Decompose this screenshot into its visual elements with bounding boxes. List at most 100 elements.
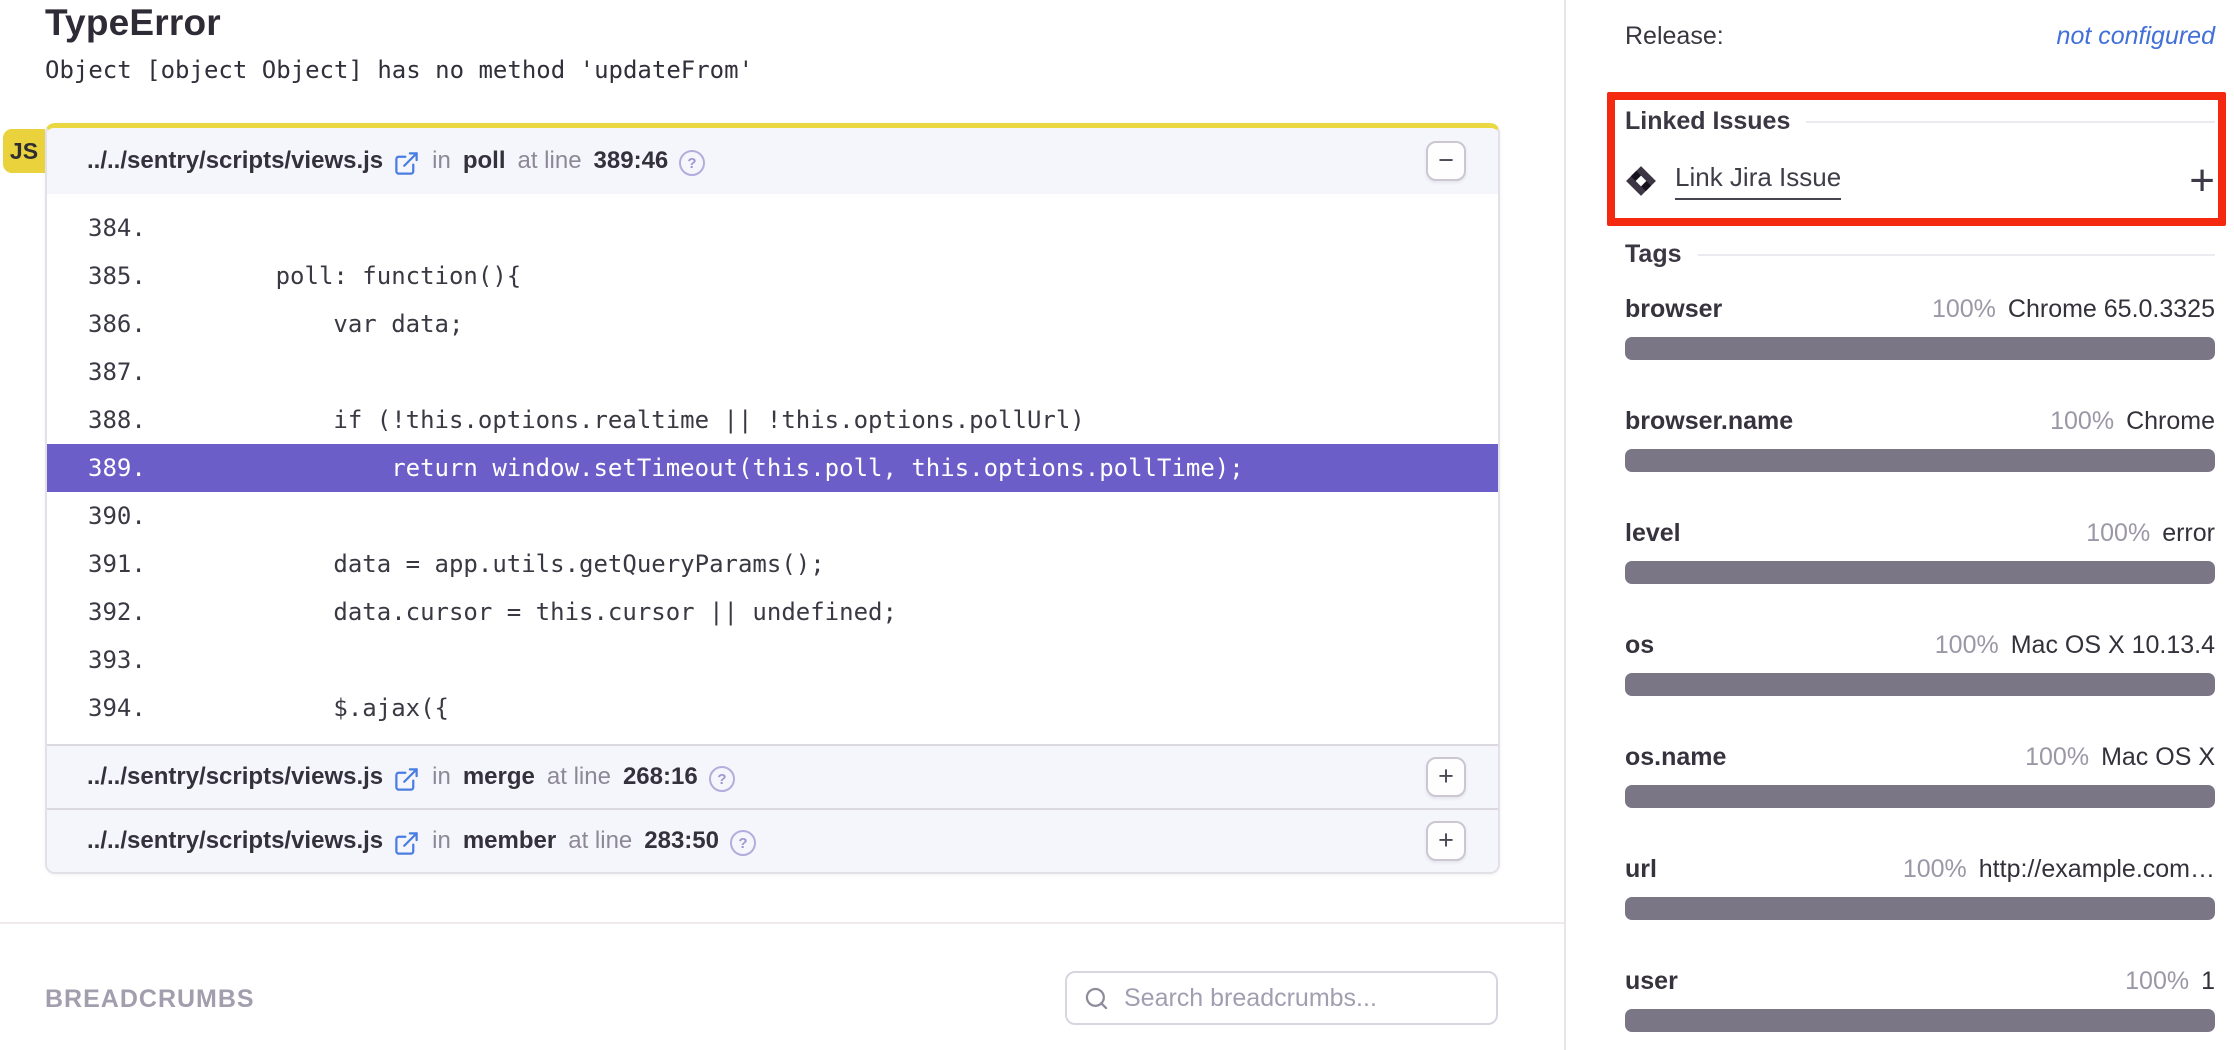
search-icon bbox=[1083, 985, 1110, 1012]
release-label: Release: bbox=[1625, 22, 1724, 51]
tag-row: browser.name 100% Chrome bbox=[1625, 407, 2215, 472]
tag-list: browser 100% Chrome 65.0.3325 browser.nam… bbox=[1625, 295, 2215, 1032]
tag-key: os.name bbox=[1625, 743, 1726, 772]
line-number: 390. bbox=[47, 492, 160, 540]
page-title: TypeError bbox=[45, 2, 221, 44]
link-jira-issue-link[interactable]: Link Jira Issue bbox=[1675, 162, 1841, 200]
tag-value: 1 bbox=[2201, 967, 2215, 995]
code-line: 391. data = app.utils.getQueryParams(); bbox=[47, 540, 1498, 588]
section-divider bbox=[0, 922, 1564, 924]
tags-section: Tags browser 100% Chrome 65.0.3325 browse… bbox=[1625, 240, 2215, 1032]
code-line: 394. $.ajax({ bbox=[47, 684, 1498, 732]
heading-rule bbox=[1698, 254, 2216, 256]
tag-distribution-bar bbox=[1625, 1009, 2215, 1032]
tag-value: Chrome 65.0.3325 bbox=[2008, 295, 2215, 323]
tag-row: browser 100% Chrome 65.0.3325 bbox=[1625, 295, 2215, 360]
frame-line-number: 268:16 bbox=[623, 763, 698, 791]
line-number: 389. bbox=[47, 444, 160, 492]
breadcrumbs-search-input[interactable] bbox=[1122, 983, 1480, 1014]
tag-row: level 100% error bbox=[1625, 519, 2215, 584]
release-row: Release: not configured bbox=[1625, 22, 2215, 51]
line-number: 393. bbox=[47, 636, 160, 684]
line-number: 394. bbox=[47, 684, 160, 732]
line-number: 387. bbox=[47, 348, 160, 396]
code-line: 389. return window.setTimeout(this.poll,… bbox=[47, 444, 1498, 492]
tag-value: Chrome bbox=[2126, 407, 2215, 435]
help-icon[interactable]: ? bbox=[729, 829, 757, 857]
tag-value: error bbox=[2162, 519, 2215, 547]
stacktrace-card: JS ../../sentry/scripts/views.js in poll… bbox=[45, 123, 1500, 874]
line-number: 385. bbox=[47, 252, 160, 300]
sidebar: Release: not configured Linked Issues Li… bbox=[1568, 0, 2234, 1050]
tag-key: level bbox=[1625, 519, 1681, 548]
tag-key: url bbox=[1625, 855, 1657, 884]
tag-percent: 100% bbox=[1935, 631, 1999, 659]
tag-key: browser bbox=[1625, 295, 1722, 324]
tag-distribution-bar bbox=[1625, 561, 2215, 584]
frame-in-label: in bbox=[432, 147, 451, 175]
svg-text:?: ? bbox=[717, 771, 726, 788]
add-linked-issue-button[interactable]: + bbox=[2189, 165, 2215, 197]
expand-frame-button[interactable]: + bbox=[1426, 757, 1466, 797]
code-line: 388. if (!this.options.realtime || !this… bbox=[47, 396, 1498, 444]
frame-function: merge bbox=[463, 763, 535, 791]
frame-atline-label: at line bbox=[518, 147, 582, 175]
jira-icon bbox=[1625, 165, 1657, 197]
heading-rule bbox=[1806, 121, 2215, 123]
external-link-icon[interactable] bbox=[393, 830, 420, 857]
breadcrumbs-search[interactable] bbox=[1065, 971, 1498, 1025]
frame-atline-label: at line bbox=[568, 827, 632, 855]
line-text: poll: function(){ bbox=[160, 262, 521, 290]
release-not-configured-link[interactable]: not configured bbox=[2057, 22, 2215, 51]
frame-function: member bbox=[463, 827, 556, 855]
tag-row: url 100% http://example.com… bbox=[1625, 855, 2215, 920]
expand-frame-button[interactable]: + bbox=[1426, 821, 1466, 861]
line-text: $.ajax({ bbox=[160, 694, 449, 722]
tag-row: user 100%1 bbox=[1625, 967, 2215, 1032]
svg-text:?: ? bbox=[738, 835, 747, 852]
tag-key: browser.name bbox=[1625, 407, 1793, 436]
line-text: data = app.utils.getQueryParams(); bbox=[160, 550, 825, 578]
tag-value: Mac OS X bbox=[2101, 743, 2215, 771]
tag-percent: 100% bbox=[1932, 295, 1996, 323]
line-text: if (!this.options.realtime || !this.opti… bbox=[160, 406, 1085, 434]
code-line: 392. data.cursor = this.cursor || undefi… bbox=[47, 588, 1498, 636]
main-panel: TypeError Object [object Object] has no … bbox=[0, 0, 1566, 1050]
tag-percent: 100% bbox=[2050, 407, 2114, 435]
line-number: 392. bbox=[47, 588, 160, 636]
linked-issues-heading: Linked Issues bbox=[1625, 107, 1790, 136]
tag-percent: 100% bbox=[1903, 855, 1967, 883]
tag-distribution-bar bbox=[1625, 449, 2215, 472]
tag-row: os 100%Mac OS X 10.13.4 bbox=[1625, 631, 2215, 696]
external-link-icon[interactable] bbox=[393, 766, 420, 793]
collapse-frame-button[interactable]: − bbox=[1426, 141, 1466, 181]
frame-header-poll: ../../sentry/scripts/views.js in poll at… bbox=[47, 128, 1498, 194]
line-number: 384. bbox=[47, 204, 160, 252]
tag-row: os.name 100%Mac OS X bbox=[1625, 743, 2215, 808]
frame-atline-label: at line bbox=[547, 763, 611, 791]
frame-line-number: 283:50 bbox=[644, 827, 719, 855]
frame-file: ../../sentry/scripts/views.js bbox=[87, 147, 383, 175]
code-line: 393. bbox=[47, 636, 1498, 684]
error-message: Object [object Object] has no method 'up… bbox=[45, 56, 753, 84]
frame-header-merge: ../../sentry/scripts/views.js in merge a… bbox=[47, 744, 1498, 808]
tag-distribution-bar bbox=[1625, 337, 2215, 360]
tag-value: Mac OS X 10.13.4 bbox=[2011, 631, 2215, 659]
tag-percent: 100% bbox=[2086, 519, 2150, 547]
frame-function: poll bbox=[463, 147, 506, 175]
breadcrumbs-heading: BREADCRUMBS bbox=[45, 985, 255, 1014]
help-icon[interactable]: ? bbox=[678, 149, 706, 177]
frame-line-number: 389:46 bbox=[594, 147, 669, 175]
linked-issues-section: Linked Issues Link Jira Issue + bbox=[1625, 107, 2215, 200]
tag-value: http://example.com… bbox=[1979, 855, 2215, 883]
code-context: 384. 385. poll: function(){ 386. var dat… bbox=[47, 194, 1498, 744]
frame-file: ../../sentry/scripts/views.js bbox=[87, 827, 383, 855]
line-text: data.cursor = this.cursor || undefined; bbox=[160, 598, 897, 626]
line-number: 388. bbox=[47, 396, 160, 444]
code-line: 390. bbox=[47, 492, 1498, 540]
tags-heading: Tags bbox=[1625, 240, 1682, 269]
external-link-icon[interactable] bbox=[393, 150, 420, 177]
help-icon[interactable]: ? bbox=[708, 765, 736, 793]
line-text: return window.setTimeout(this.poll, this… bbox=[160, 454, 1244, 482]
line-number: 391. bbox=[47, 540, 160, 588]
